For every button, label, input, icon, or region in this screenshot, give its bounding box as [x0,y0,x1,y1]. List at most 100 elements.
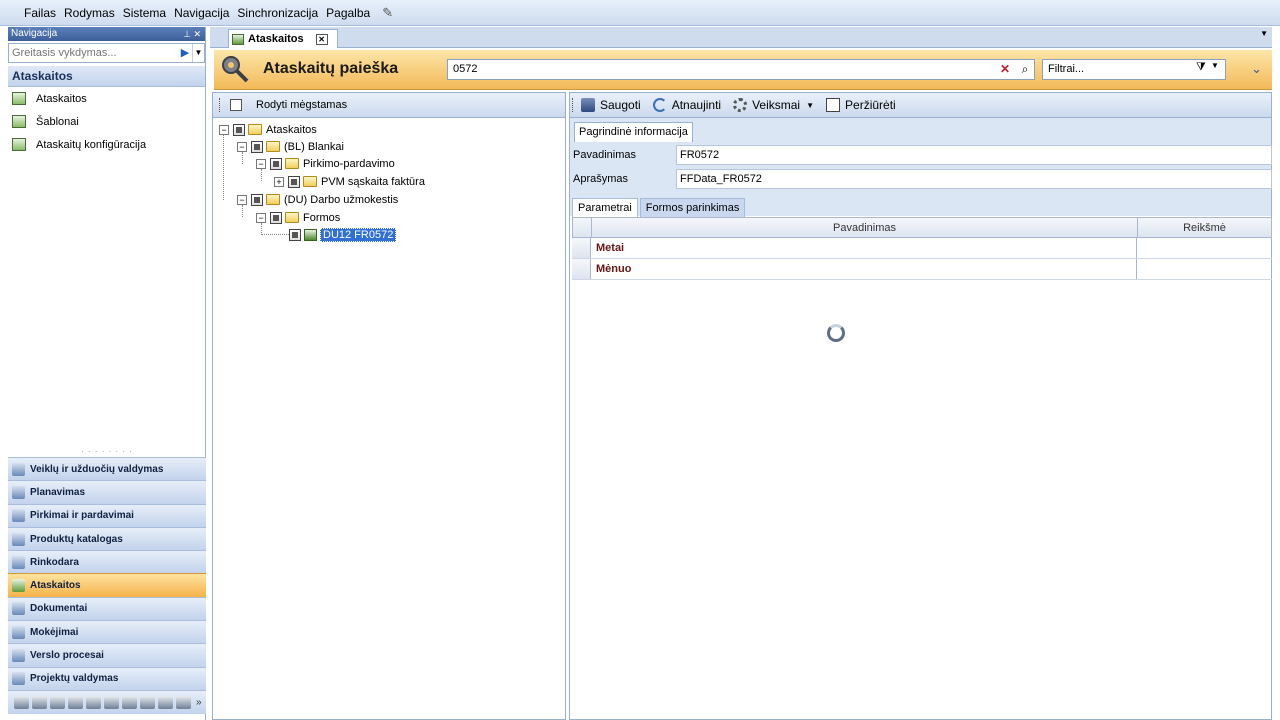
nav-button-payments[interactable]: Mokėjimai [8,620,206,644]
navigation-caption: Navigacija ⊥ ✕ [8,27,205,41]
name-field[interactable]: FR0572 [676,145,1272,165]
chevron-down-icon[interactable]: ▼ [1211,61,1219,70]
filter-icon[interactable]: ⧩ [1196,61,1206,74]
module-shortcut-icon[interactable] [32,695,47,709]
tab-reports[interactable]: Ataskaitos ✕ [228,29,338,48]
folder-icon [285,158,299,169]
pin-icon[interactable]: ⊥ ✕ [183,27,201,41]
module-shortcut-icon[interactable] [158,695,173,709]
nav-link-report-config[interactable]: Ataskaitų konfigūracija [8,133,205,156]
table-row[interactable]: Mėnuo [572,259,1272,280]
nav-button-reports[interactable]: Ataskaitos [8,573,206,597]
clear-icon[interactable]: ✕ [996,60,1014,79]
menu-sync[interactable]: Sinchronizacija [233,6,322,20]
column-header-value[interactable]: Reikšmė [1138,218,1271,237]
search-input[interactable]: 0572 [447,59,1035,80]
trade-icon [12,509,25,523]
node-checkbox[interactable] [251,193,263,206]
chevron-down-icon[interactable]: ▼ [192,44,204,62]
nav-link-reports[interactable]: Ataskaitos [8,87,205,110]
close-icon[interactable]: ✕ [315,33,328,45]
tree-node-label: (DU) Darbo užmokestis [284,193,399,206]
node-checkbox[interactable] [251,140,263,153]
show-favorites-checkbox[interactable] [230,99,242,111]
tree-node[interactable]: − (DU) Darbo užmokestis [237,191,398,208]
tree-node[interactable]: − Formos [256,209,340,226]
module-shortcut-icon[interactable] [122,695,137,709]
run-arrow-icon[interactable]: ▶ [178,44,192,62]
tree-node[interactable]: − Ataskaitos [219,121,317,138]
nav-button-catalog[interactable]: Produktų katalogas [8,526,206,551]
gear-icon [733,98,748,112]
actions-button[interactable]: Veiksmai ▼ [733,98,814,112]
node-checkbox[interactable] [270,211,282,224]
node-checkbox[interactable] [289,228,301,241]
save-button[interactable]: Saugoti [581,98,641,112]
page-title: Ataskaitų paieška [263,60,399,77]
module-shortcut-icon[interactable] [50,695,65,709]
loading-spinner-icon [827,324,845,342]
row-selector[interactable] [572,259,591,279]
nav-link-templates[interactable]: Šablonai [8,110,205,133]
module-shortcut-icon[interactable] [140,695,155,709]
tree-node-selected[interactable]: DU12 FR0572 [289,226,397,243]
nav-button-projects[interactable]: Projektų valdymas [8,666,206,690]
module-shortcut-icon[interactable] [68,695,83,709]
expand-node-icon[interactable]: + [274,176,284,187]
tree-node[interactable]: + PVM sąskaita faktūra [274,173,425,190]
overflow-chevron-icon[interactable]: » [196,697,202,708]
collapse-node-icon[interactable]: − [256,158,266,169]
node-checkbox[interactable] [270,157,282,170]
module-shortcut-icon[interactable] [176,695,191,709]
toolbar-grip[interactable] [572,98,575,112]
table-row[interactable]: Metai [572,238,1272,259]
report-tree-panel: Rodyti mėgstamas − Ataskaitos − (BL) Bla… [212,92,566,720]
collapse-node-icon[interactable]: − [256,212,266,223]
module-shortcut-icon[interactable] [14,695,29,709]
tree-node-label: DU12 FR0572 [320,227,397,242]
row-selector[interactable] [572,238,591,258]
collapse-icon[interactable]: ⌄ [1251,61,1262,77]
collapse-node-icon[interactable]: − [219,124,229,135]
tree-node[interactable]: − (BL) Blankai [237,138,344,155]
tab-form-selection[interactable]: Formos parinkimas [639,198,746,218]
module-shortcut-icon[interactable] [104,695,119,709]
collapse-node-icon[interactable]: − [237,141,247,152]
param-value-cell[interactable] [1137,238,1272,258]
nav-button-trade[interactable]: Pirkimai ir pardavimai [8,503,206,527]
tab-list-chevron-icon[interactable]: ▼ [1260,29,1268,38]
nav-button-documents[interactable]: Dokumentai [8,596,206,621]
nav-button-processes[interactable]: Verslo procesai [8,643,206,667]
menu-system[interactable]: Sistema [119,6,170,20]
preview-button[interactable]: Peržiūrėti [826,98,896,112]
tab-basic-info[interactable]: Pagrindinė informacija [574,122,693,142]
node-checkbox[interactable] [233,123,245,136]
module-shortcuts-bar: » [8,689,206,714]
brush-icon[interactable]: ✎ [382,5,393,21]
nav-button-marketing[interactable]: Rinkodara [8,550,206,574]
tab-label: Ataskaitos [248,33,304,45]
search-icon[interactable]: ⌕ [1016,60,1034,79]
param-value-cell[interactable] [1137,259,1272,279]
menu-view[interactable]: Rodymas [60,6,119,20]
search-header: Ataskaitų paieška 0572 ✕ ⌕ Filtrai... ⧩ … [214,50,1272,90]
nav-button-planning[interactable]: Planavimas [8,480,206,504]
report-icon [12,579,25,593]
collapse-node-icon[interactable]: − [237,194,247,205]
module-shortcut-icon[interactable] [86,695,101,709]
panel-splitter[interactable]: · · · · · · · · [8,447,206,456]
process-icon [12,649,25,663]
column-header-name[interactable]: Pavadinimas [592,218,1138,237]
refresh-button[interactable]: Atnaujinti [652,98,721,112]
quick-run-input[interactable] [9,44,178,62]
nav-button-tasks[interactable]: Veiklų ir užduočių valdymas [8,457,206,481]
tab-parameters[interactable]: Parametrai [572,198,638,218]
tree-node-label: PVM sąskaita faktūra [321,175,425,188]
toolbar-grip[interactable] [219,98,222,112]
menu-navigation[interactable]: Navigacija [170,6,233,20]
node-checkbox[interactable] [288,175,300,188]
tree-node[interactable]: − Pirkimo-pardavimo [256,155,395,172]
menu-file[interactable]: Failas [20,6,60,20]
description-field[interactable]: FFData_FR0572 [676,169,1272,189]
menu-help[interactable]: Pagalba [322,6,374,20]
